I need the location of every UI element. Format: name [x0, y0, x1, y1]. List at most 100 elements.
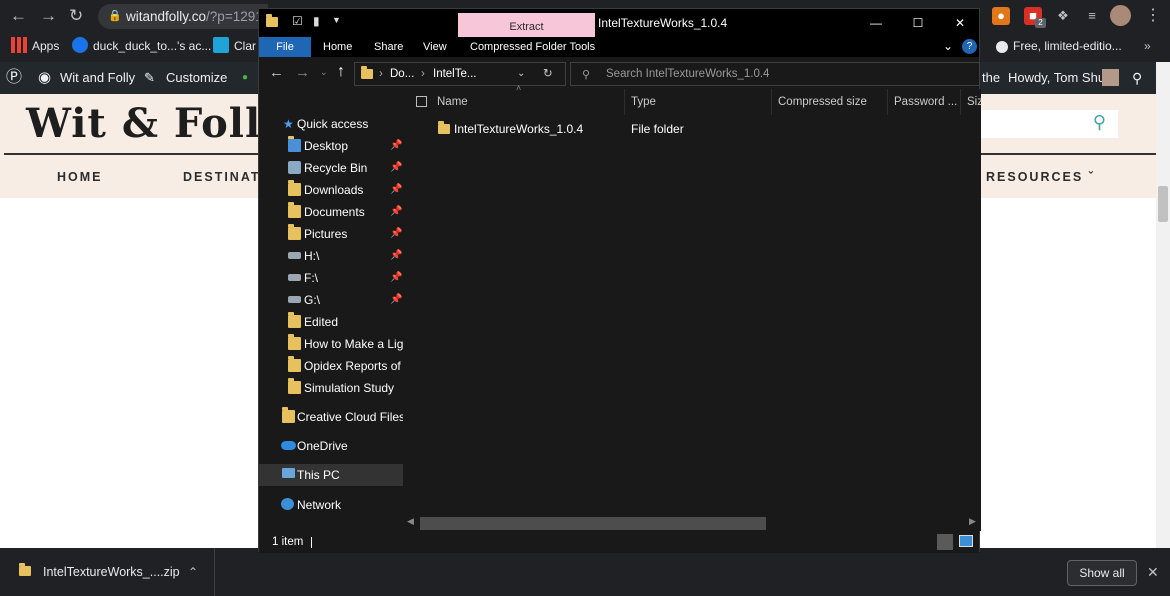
wordpress-icon[interactable]: Ⓟ [6, 62, 22, 94]
breadcrumb-item[interactable]: Do... [390, 63, 414, 85]
wp-customize[interactable]: Customize [166, 62, 227, 94]
recent-locations-icon[interactable]: ⌄ [320, 67, 328, 78]
bookmark-free[interactable]: Free, limited-editio... [996, 37, 1122, 55]
show-all-button[interactable]: Show all [1067, 560, 1137, 586]
wp-right-partial[interactable]: the [982, 62, 1000, 94]
table-row[interactable]: IntelTextureWorks_1.0.4 File folder [424, 117, 974, 141]
bookmarks-overflow-icon[interactable]: » [1144, 37, 1151, 55]
tab-share[interactable]: Share [361, 37, 416, 57]
address-box[interactable]: › Do... › IntelTe... ⌄ ↻ [354, 62, 566, 86]
nav-drive-g[interactable]: G:\ 📌 [259, 289, 403, 311]
folder-app-icon [266, 14, 278, 27]
this-pc-icon [282, 468, 295, 478]
reload-icon[interactable]: ↻ [69, 6, 83, 26]
up-arrow-icon[interactable]: ↑ [337, 63, 345, 81]
back-icon[interactable]: ← [10, 6, 27, 26]
site-nav-destinations[interactable]: DESTINATI [183, 170, 266, 184]
nav-downloads[interactable]: Downloads 📌 [259, 179, 403, 201]
quick-access-dropdown-icon[interactable]: ▼ [332, 15, 341, 25]
column-password[interactable]: Password ... [888, 89, 961, 115]
address-bar[interactable]: 🔒 witandfolly.co/?p=1291 [98, 4, 268, 29]
tab-file[interactable]: File [259, 37, 311, 57]
details-view-icon[interactable] [937, 534, 953, 550]
nav-desktop[interactable]: Desktop 📌 [259, 135, 403, 157]
maximize-button[interactable]: ☐ [897, 9, 939, 37]
column-size[interactable]: Siz [961, 89, 981, 115]
horizontal-scrollbar[interactable]: ◀ ▶ [404, 515, 981, 531]
nav-drive-h[interactable]: H:\ 📌 [259, 245, 403, 267]
reading-list-icon[interactable]: ≡ [1083, 7, 1101, 25]
properties-icon[interactable]: ☑ [292, 14, 303, 28]
select-all-checkbox[interactable] [416, 96, 427, 107]
new-folder-icon[interactable]: ▮ [313, 14, 320, 28]
nav-pictures[interactable]: Pictures 📌 [259, 223, 403, 245]
tab-home[interactable]: Home [310, 37, 365, 57]
folder-icon [288, 378, 301, 394]
scroll-right-icon[interactable]: ▶ [969, 516, 976, 527]
nav-simulation-study[interactable]: Simulation Study [259, 377, 403, 399]
site-logo[interactable]: Wit & Folly [26, 100, 285, 147]
cloud-upload-icon [72, 37, 88, 53]
nav-network[interactable]: Network [259, 494, 403, 516]
search-icon[interactable]: ⚲ [1132, 62, 1142, 94]
back-arrow-icon[interactable]: ← [269, 64, 284, 81]
breadcrumb-item[interactable]: IntelTe... [433, 63, 476, 85]
bookmark-duck[interactable]: duck_duck_to...'s ac... [72, 37, 211, 55]
nav-recycle-bin[interactable]: Recycle Bin 📌 [259, 157, 403, 179]
folder-icon [288, 136, 301, 152]
forward-icon[interactable]: → [40, 6, 57, 26]
expand-ribbon-icon[interactable]: ⌄ [943, 39, 953, 53]
search-input[interactable]: Search IntelTextureWorks_1.0.4 [570, 62, 980, 86]
extract-context-tab[interactable]: Extract [458, 13, 595, 37]
page-scrollbar[interactable] [1156, 62, 1170, 548]
profile-avatar[interactable] [1110, 5, 1131, 26]
help-icon[interactable]: ? [962, 39, 977, 54]
network-drive-icon [288, 296, 301, 303]
breadcrumb-separator: › [421, 68, 425, 80]
forward-arrow-icon[interactable]: → [295, 64, 310, 81]
nav-onedrive[interactable]: OneDrive [259, 435, 403, 457]
nav-edited[interactable]: Edited [259, 311, 403, 333]
navigation-pane: ★ Quick access Desktop 📌 Recycle Bin 📌 Down… [259, 89, 403, 527]
site-nav-resources[interactable]: RESOURCES ˇ [986, 170, 1095, 184]
pin-icon: 📌 [390, 250, 403, 261]
nav-how-to-make[interactable]: How to Make a Ligh [259, 333, 403, 355]
close-window-button[interactable]: ✕ [939, 9, 981, 37]
explorer-titlebar[interactable]: ☑ ▮ ▼ Extract IntelTextureWorks_1.0.4 — … [259, 9, 979, 37]
site-search-icon[interactable]: ⚲ [1093, 112, 1106, 133]
bookmark-clar[interactable]: Clar [213, 37, 258, 55]
download-item[interactable]: IntelTextureWorks_....zip ⌃ [0, 548, 215, 596]
menu-icon[interactable]: ⋮ [1144, 7, 1162, 25]
site-search-input[interactable]: ⚲ [980, 110, 1118, 138]
column-name[interactable]: Name [431, 89, 625, 115]
refresh-icon[interactable]: ↻ [543, 63, 553, 85]
column-type[interactable]: Type [625, 89, 772, 115]
sort-indicator-icon: ˄ [516, 83, 522, 93]
wp-howdy[interactable]: Howdy, Tom Shu [1008, 62, 1105, 94]
item-count: 1 item [272, 536, 304, 548]
zip-file-icon [19, 563, 31, 576]
tab-compressed-folder-tools[interactable]: Compressed Folder Tools [457, 37, 608, 57]
nav-opidex[interactable]: Opidex Reports of A [259, 355, 403, 377]
large-icons-view-icon[interactable] [959, 535, 973, 547]
nav-drive-f[interactable]: F:\ 📌 [259, 267, 403, 289]
minimize-button[interactable]: — [855, 9, 897, 37]
folder-icon [288, 334, 301, 350]
nav-creative-cloud[interactable]: Creative Cloud Files [259, 406, 403, 428]
column-compressed-size[interactable]: Compressed size [772, 89, 888, 115]
page-scrollbar-thumb[interactable] [1158, 186, 1168, 222]
nav-quick-access[interactable]: ★ Quick access [259, 113, 403, 135]
address-dropdown-icon[interactable]: ⌄ [517, 63, 525, 85]
nav-this-pc[interactable]: This PC [259, 464, 403, 486]
wp-site-name[interactable]: Wit and Folly [60, 62, 135, 94]
scroll-left-icon[interactable]: ◀ [407, 516, 414, 527]
chevron-up-icon[interactable]: ⌃ [188, 548, 198, 596]
puzzle-icon[interactable]: ❖ [1054, 7, 1072, 25]
site-nav-home[interactable]: HOME [57, 170, 103, 184]
bookmark-apps[interactable]: Apps [11, 37, 59, 55]
metamask-icon[interactable]: ● [992, 7, 1010, 25]
tab-view[interactable]: View [410, 37, 460, 57]
horizontal-scrollbar-thumb[interactable] [420, 517, 766, 530]
close-icon[interactable]: ✕ [1147, 548, 1159, 596]
nav-documents[interactable]: Documents 📌 [259, 201, 403, 223]
